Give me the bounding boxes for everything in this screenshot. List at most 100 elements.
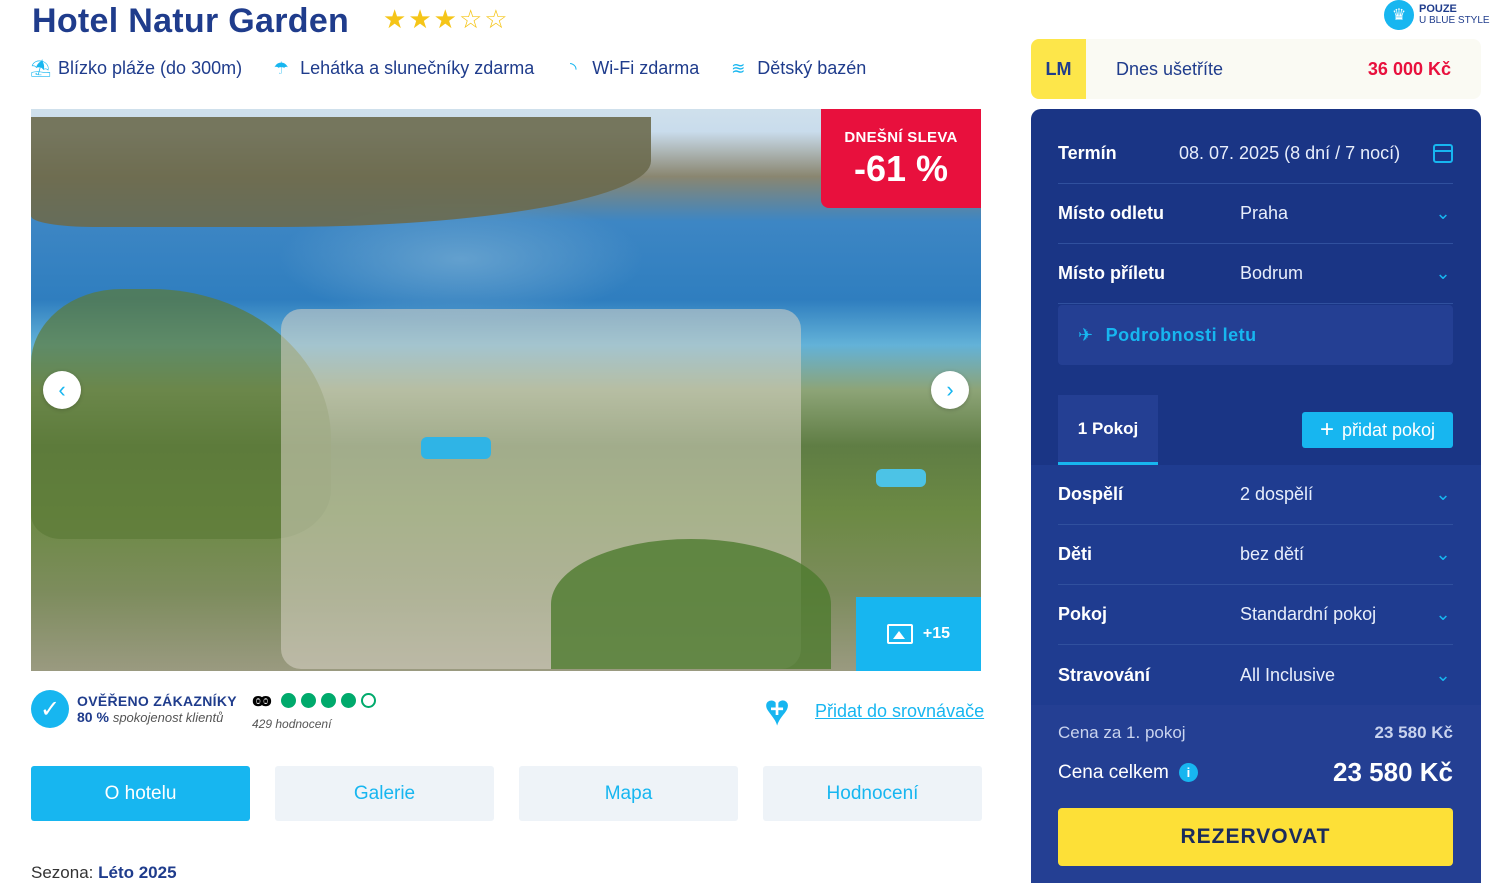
more-photos-count: +15 <box>922 625 951 642</box>
season-info: Sezona: Léto 2025 <box>31 863 177 883</box>
photo-scene <box>421 437 491 459</box>
chevron-down-icon: ⌄ <box>1435 664 1451 685</box>
children-select[interactable]: Děti bez dětí ⌄ <box>1058 525 1453 585</box>
star-filled-icon: ★ <box>433 4 459 34</box>
term-value: 08. 07. 2025 (8 dní / 7 nocí) <box>1179 143 1401 163</box>
prev-photo-button[interactable]: ‹ <box>43 371 81 409</box>
reserve-button[interactable]: REZERVOVAT <box>1058 808 1453 866</box>
blue-style-badge: ♛ POUZE U BLUE STYLE <box>1384 0 1490 30</box>
last-minute-savings: LM Dnes ušetříte 36 000 Kč <box>1031 39 1481 99</box>
photo-scene <box>876 469 926 487</box>
price-total: Cena celkem i 23 580 Kč <box>1058 757 1453 788</box>
verified-text: spokojenost klientů <box>112 710 224 725</box>
adults-label: Dospělí <box>1058 484 1124 504</box>
star-rating: ★★★☆☆ <box>383 4 510 35</box>
children-label: Děti <box>1058 544 1093 564</box>
info-icon[interactable]: i <box>1178 763 1198 782</box>
chevron-right-icon: › <box>946 377 954 402</box>
term-select[interactable]: Termín 08. 07. 2025 (8 dní / 7 nocí) <box>1058 124 1453 184</box>
chevron-down-icon: ⌄ <box>1435 263 1451 283</box>
amenity-label: Lehátka a slunečníky zdarma <box>300 58 535 78</box>
flight-details-label: Podrobnosti letu <box>1105 324 1257 345</box>
add-room-button[interactable]: + přidat pokoj <box>1302 412 1453 448</box>
tripadvisor-owl-icon: ꙭ <box>252 690 272 710</box>
checkmark-icon: ✓ <box>31 690 69 728</box>
amenities-list: ⛱ Blízko pláže (do 300m) ☂ Lehátka a slu… <box>30 58 866 79</box>
children-value: bez dětí <box>1240 544 1305 564</box>
kids-pool-icon: ≋ <box>731 58 746 78</box>
amenity-kids-pool: ≋ Dětský bazén <box>729 58 866 79</box>
wifi-icon: ◝ <box>569 58 577 78</box>
savings-value: 36 000 Kč <box>1367 58 1451 79</box>
room-type-value: Standardní pokoj <box>1240 604 1377 624</box>
arrival-label: Místo příletu <box>1058 263 1165 283</box>
star-filled-icon: ★ <box>408 4 434 34</box>
chevron-left-icon: ‹ <box>58 377 66 402</box>
booking-panel: Termín 08. 07. 2025 (8 dní / 7 nocí) Mís… <box>1031 109 1481 883</box>
board-value: All Inclusive <box>1240 664 1336 685</box>
gallery-icon <box>886 624 913 644</box>
lm-tag: LM <box>1031 39 1086 99</box>
departure-select[interactable]: Místo odletu Praha ⌄ <box>1058 184 1453 244</box>
verified-percent: 80 % <box>77 709 109 725</box>
room-settings: Dospělí 2 dospělí ⌄ Děti bez dětí ⌄ Poko… <box>1031 465 1481 705</box>
star-filled-icon: ★ <box>383 4 409 34</box>
more-photos-button[interactable]: +15 <box>856 597 981 671</box>
flight-details-button[interactable]: ✈ Podrobnosti letu <box>1058 305 1453 365</box>
amenity-beach: ⛱ Blízko pláže (do 300m) <box>30 58 242 79</box>
next-photo-button[interactable]: › <box>931 371 969 409</box>
arrival-select[interactable]: Místo příletu Bodrum ⌄ <box>1058 244 1453 304</box>
add-room-label: přidat pokoj <box>1341 419 1436 440</box>
amenity-label: Wi-Fi zdarma <box>592 58 700 78</box>
room-type-select[interactable]: Pokoj Standardní pokoj ⌄ <box>1058 585 1453 645</box>
season-label: Sezona: <box>31 863 94 882</box>
sunbed-icon: ☂ <box>273 58 289 78</box>
adults-value: 2 dospělí <box>1240 484 1314 504</box>
compare-link[interactable]: Přidat do srovnávače <box>815 701 984 722</box>
discount-label: DNEŠNÍ SLEVA <box>844 129 958 146</box>
price-per-room: Cena za 1. pokoj 23 580 Kč <box>1058 723 1453 743</box>
adults-select[interactable]: Dospělí 2 dospělí ⌄ <box>1058 465 1453 525</box>
rating-dot-filled <box>300 693 316 708</box>
departure-value: Praha <box>1240 203 1289 223</box>
add-to-compare[interactable]: ♥ + Přidat do srovnávače <box>753 689 984 733</box>
beach-umbrella-icon: ⛱ <box>30 58 52 78</box>
board-select[interactable]: Stravování All Inclusive ⌄ <box>1058 645 1453 705</box>
crown-icon: ♛ <box>1384 0 1414 30</box>
hotel-photo[interactable]: DNEŠNÍ SLEVA -61 % ‹ › +15 <box>31 109 981 671</box>
price-room-label: Cena za 1. pokoj <box>1058 723 1186 742</box>
chevron-down-icon: ⌄ <box>1435 604 1451 624</box>
heart-plus-icon[interactable]: ♥ + <box>753 689 801 733</box>
chevron-down-icon: ⌄ <box>1435 544 1451 564</box>
badge-line1: POUZE <box>1419 3 1457 15</box>
departure-label: Místo odletu <box>1058 203 1164 223</box>
tab-gallery[interactable]: Galerie <box>275 766 494 821</box>
chevron-down-icon: ⌄ <box>1435 484 1451 504</box>
price-total-label: Cena celkem <box>1058 761 1169 783</box>
chevron-down-icon: ⌄ <box>1435 203 1451 223</box>
discount-value: -61 % <box>853 148 949 189</box>
board-label: Stravování <box>1058 664 1151 685</box>
tab-reviews[interactable]: Hodnocení <box>763 766 982 821</box>
verified-title: OVĚŘENO ZÁKAZNÍKY <box>77 693 237 709</box>
hotel-title: Hotel Natur Garden <box>32 2 350 40</box>
price-summary: Cena za 1. pokoj 23 580 Kč Cena celkem i… <box>1031 705 1481 883</box>
arrival-value: Bodrum <box>1240 263 1304 283</box>
discount-badge: DNEŠNÍ SLEVA -61 % <box>821 109 981 208</box>
review-count: 429 hodnocení <box>252 717 332 731</box>
amenity-sunbeds: ☂ Lehátka a slunečníky zdarma <box>272 58 534 79</box>
rating-dot-filled <box>340 693 356 708</box>
term-label: Termín <box>1058 143 1117 163</box>
hotel-tabs: O hotelu Galerie Mapa Hodnocení <box>31 766 982 821</box>
photo-scene <box>551 539 831 669</box>
rating-dot-filled <box>320 693 336 708</box>
room-tab-1[interactable]: 1 Pokoj <box>1058 395 1158 465</box>
star-empty-icon: ☆ <box>458 4 485 34</box>
tab-about[interactable]: O hotelu <box>31 766 250 821</box>
amenity-label: Blízko pláže (do 300m) <box>58 58 243 78</box>
customer-verified: ✓ OVĚŘENO ZÁKAZNÍKY 80 % spokojenost kli… <box>31 690 237 728</box>
airplane-icon: ✈ <box>1078 324 1094 345</box>
tripadvisor-rating[interactable]: ꙭ 429 hodnocení <box>252 690 376 731</box>
savings-label: Dnes ušetříte <box>1116 58 1224 79</box>
tab-map[interactable]: Mapa <box>519 766 738 821</box>
